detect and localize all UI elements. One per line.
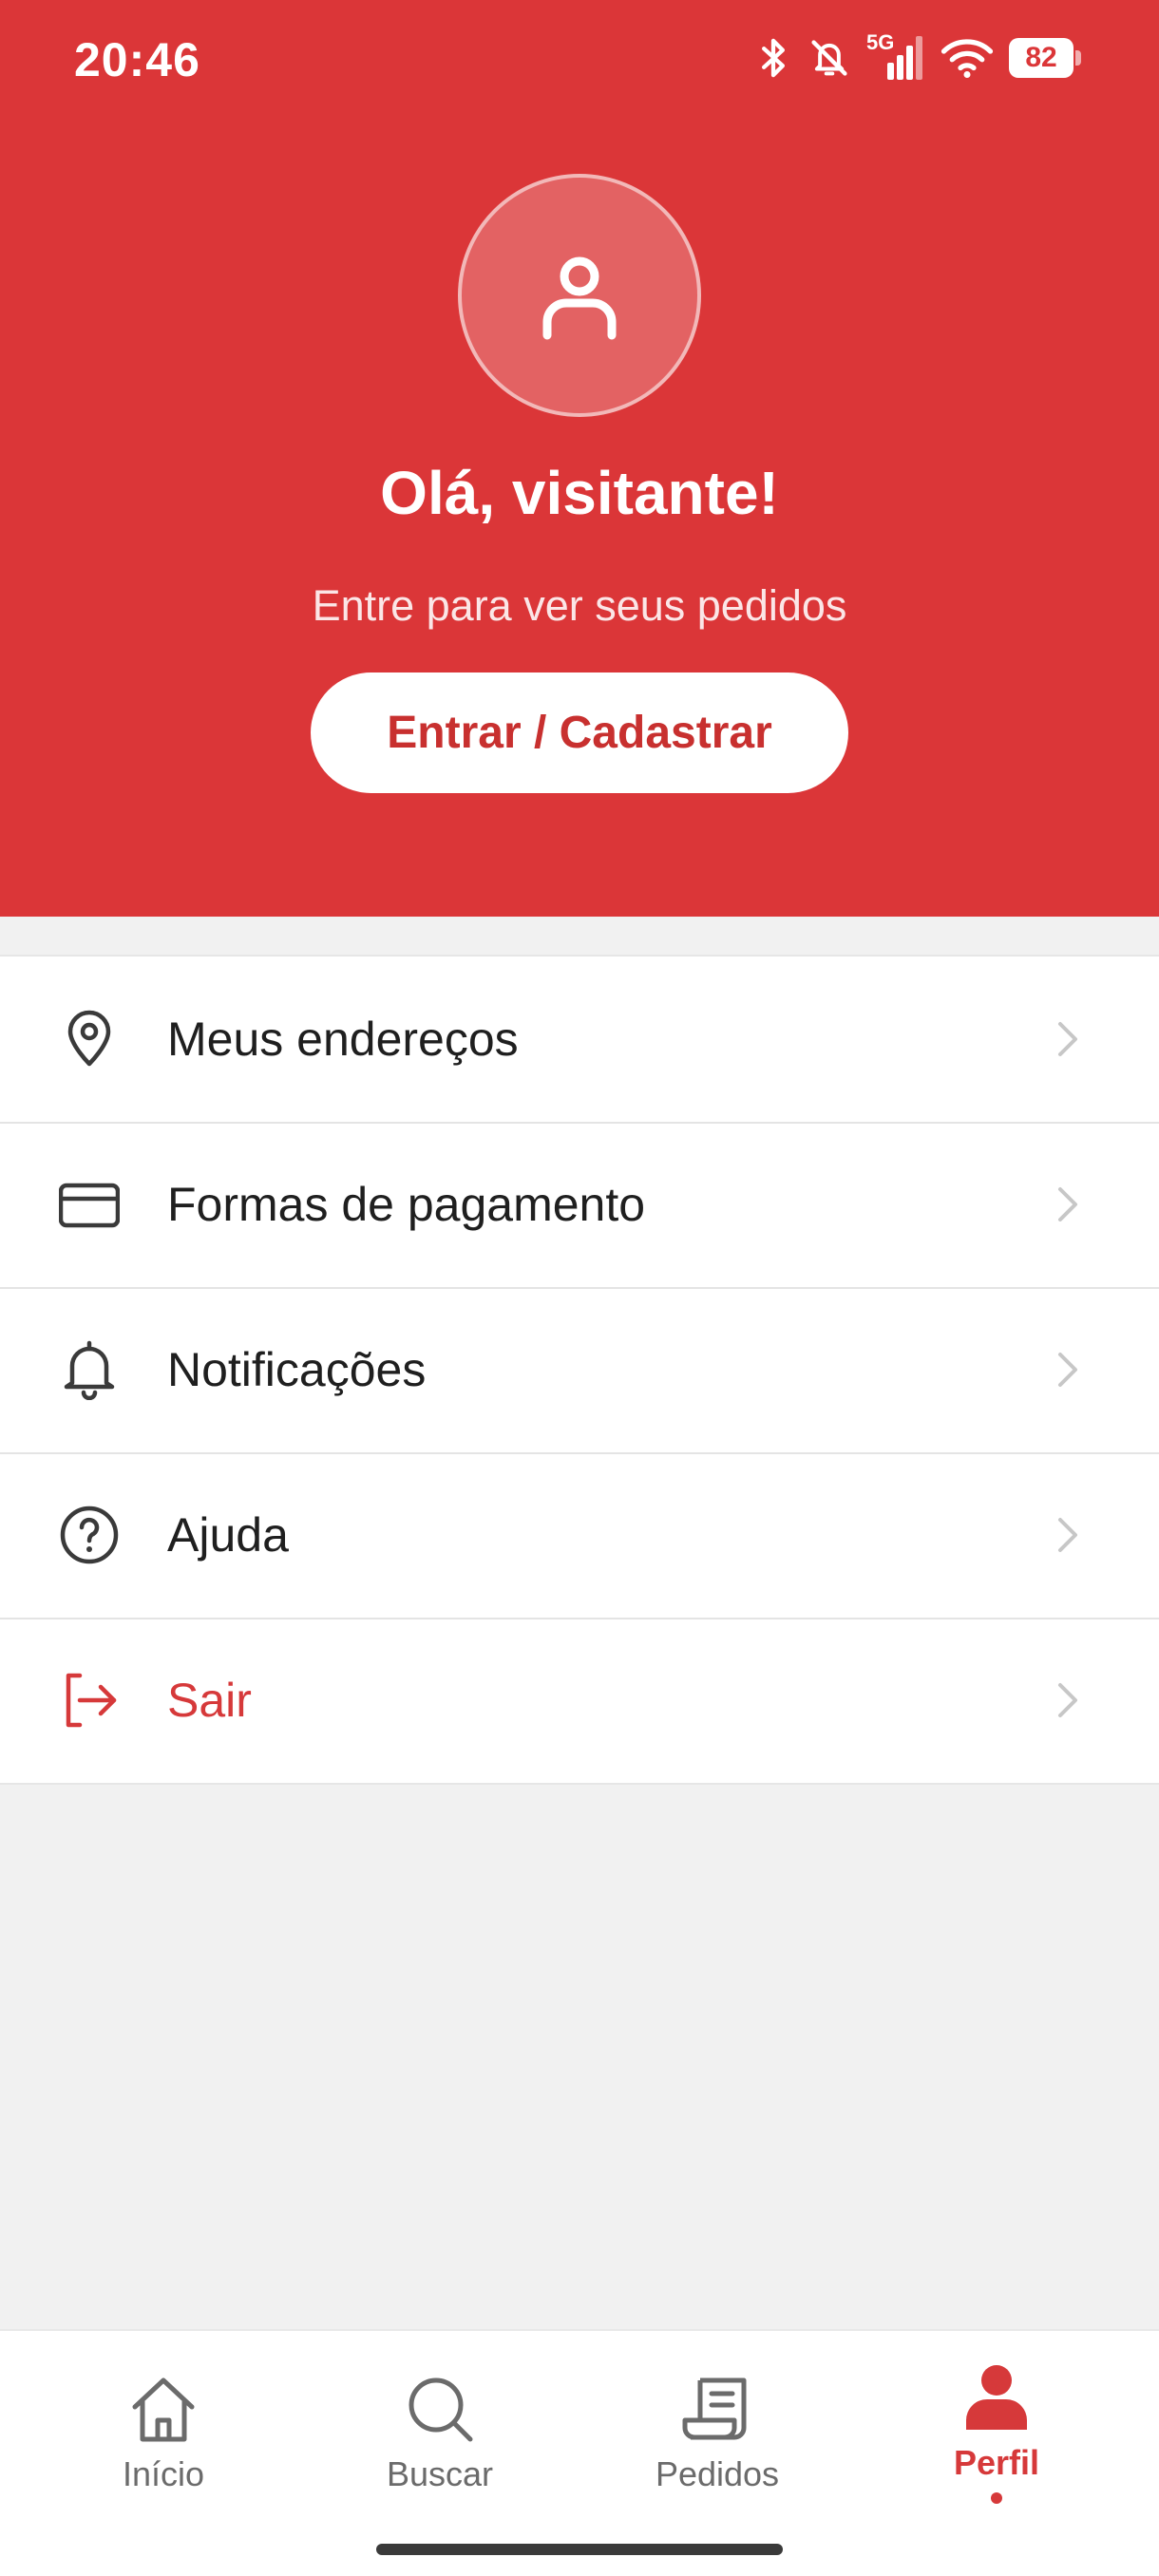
profile-icon — [966, 2365, 1027, 2430]
nav-item-profile[interactable]: Perfil — [892, 2361, 1101, 2504]
home-indicator[interactable] — [376, 2544, 783, 2555]
signal-indicator: 5G — [866, 30, 925, 82]
nav-label: Início — [122, 2454, 205, 2493]
receipt-icon — [682, 2377, 747, 2440]
chevron-right-icon — [1058, 1353, 1077, 1387]
bell-icon — [64, 1340, 115, 1400]
nav-label: Buscar — [386, 2454, 494, 2493]
nav-label: Perfil — [953, 2443, 1040, 2482]
battery-icon: 82 — [1009, 38, 1081, 78]
menu-item-label: Notificações — [167, 1343, 427, 1396]
help-circle-icon — [60, 1506, 119, 1564]
home-icon — [132, 2377, 195, 2442]
signal-icon — [887, 36, 922, 80]
menu-item-logout[interactable]: Sair — [0, 1618, 1159, 1783]
menu-item-label: Ajuda — [167, 1508, 289, 1562]
menu-item-label: Formas de pagamento — [167, 1178, 646, 1231]
chevron-right-icon — [1058, 1022, 1077, 1056]
chevron-right-icon — [1058, 1518, 1077, 1552]
status-icons: 5G 82 — [754, 30, 1081, 82]
greeting-title: Olá, visitante! — [380, 459, 779, 527]
login-signup-button[interactable]: Entrar / Cadastrar — [311, 672, 848, 793]
active-indicator-dot — [991, 2492, 1002, 2504]
bottom-navigation: Início Buscar Pedidos Perfil — [0, 2329, 1159, 2576]
search-icon — [408, 2377, 473, 2442]
user-icon — [542, 256, 617, 340]
silent-icon — [811, 40, 847, 76]
logout-icon — [66, 1673, 117, 1728]
location-pin-icon — [67, 1010, 111, 1067]
profile-menu: Meus endereços Formas de pagamento Notif… — [0, 955, 1159, 1785]
menu-item-label: Meus endereços — [167, 1013, 519, 1066]
bluetooth-icon — [762, 38, 785, 78]
profile-header: 20:46 5G 82 Olá, visitante! Entre para v… — [0, 0, 1159, 917]
wifi-icon — [940, 39, 994, 78]
menu-item-payment[interactable]: Formas de pagamento — [0, 1122, 1159, 1287]
chevron-right-icon — [1058, 1683, 1077, 1717]
nav-item-orders[interactable]: Pedidos — [613, 2373, 822, 2494]
status-bar: 20:46 5G 82 — [0, 0, 1159, 123]
nav-item-search[interactable]: Buscar — [335, 2373, 544, 2494]
credit-card-icon — [59, 1183, 120, 1228]
greeting-subtitle: Entre para ver seus pedidos — [312, 581, 847, 630]
nav-item-home[interactable]: Início — [59, 2373, 268, 2494]
menu-item-addresses[interactable]: Meus endereços — [0, 957, 1159, 1122]
menu-item-help[interactable]: Ajuda — [0, 1452, 1159, 1618]
battery-level: 82 — [1025, 42, 1057, 73]
status-time: 20:46 — [74, 33, 200, 86]
chevron-right-icon — [1058, 1187, 1077, 1222]
menu-item-notifications[interactable]: Notificações — [0, 1287, 1159, 1452]
nav-label: Pedidos — [655, 2454, 780, 2493]
avatar — [458, 174, 701, 417]
menu-item-label: Sair — [167, 1674, 252, 1727]
